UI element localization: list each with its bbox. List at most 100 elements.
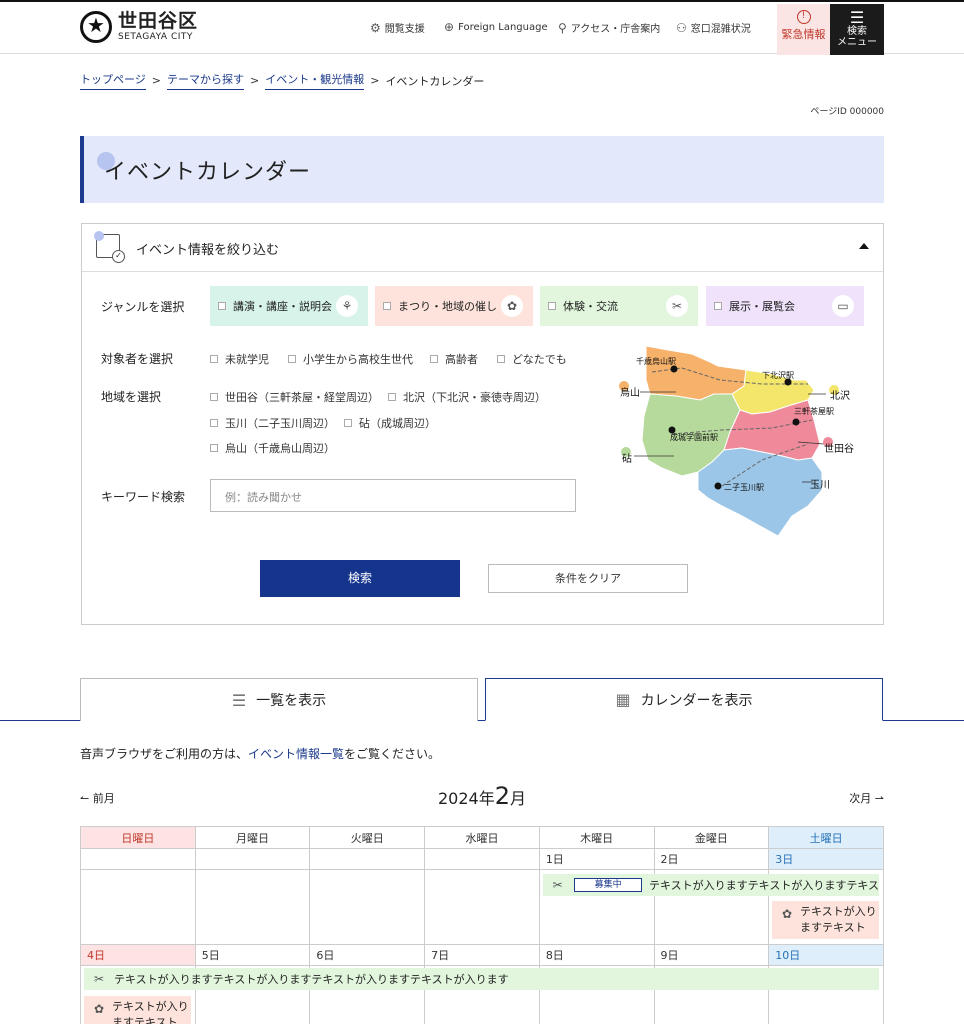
page-title-band: イベントカレンダー [80, 136, 884, 203]
fan-icon: ✿ [781, 907, 793, 921]
checkbox[interactable] [210, 355, 218, 363]
target-label: 対象者を選択 [101, 352, 174, 366]
checkbox[interactable] [218, 302, 226, 310]
checkbox[interactable] [210, 393, 218, 401]
area-kinuta[interactable]: 砧（成城周辺） [344, 415, 436, 431]
station-dot [714, 482, 722, 490]
region-label-kitazawa: 北沢 [830, 389, 850, 402]
weekday-header: 木曜日 [538, 826, 655, 849]
weekday-header: 月曜日 [194, 826, 311, 849]
filter-panel-toggle[interactable]: イベント情報を絞り込む [82, 224, 883, 272]
breadcrumb-link-theme[interactable]: テーマから探す [167, 71, 244, 90]
breadcrumb-link-events[interactable]: イベント・観光情報 [265, 71, 365, 90]
checkbox[interactable] [497, 355, 505, 363]
nav-access[interactable]: ⚲ アクセス・庁舎案内 [558, 20, 660, 36]
event-bar-experience-week2[interactable]: ✂ テキストが入りますテキストが入りますテキストが入りますテキストが入ります [84, 968, 879, 990]
calendar-grid: 日曜日 月曜日 火曜日 水曜日 木曜日 金曜日 土曜日 1日 2日 3日 4日 … [80, 826, 884, 1024]
area-kitazawa[interactable]: 北沢（下北沢・豪徳寺周辺） [388, 389, 546, 405]
target-students[interactable]: 小学生から高校生世代 [288, 351, 413, 367]
site-logo[interactable]: 世田谷区 SETAGAYA CITY [80, 11, 198, 43]
experience-icon: ✂ [93, 972, 105, 986]
checkbox[interactable] [344, 419, 352, 427]
page-id: ページID 000000 [810, 107, 884, 117]
experience-icon: ✂ [666, 295, 688, 317]
search-button[interactable]: 検索 [260, 560, 460, 597]
checkbox[interactable] [548, 302, 556, 310]
checkbox[interactable] [430, 355, 438, 363]
checkbox[interactable] [210, 419, 218, 427]
region-label-kinuta: 砧 [622, 452, 632, 465]
day-number [80, 848, 196, 870]
emergency-button[interactable]: ! 緊急情報 [777, 4, 830, 55]
event-list-link[interactable]: イベント情報一覧 [248, 747, 344, 761]
breadcrumb-link-top[interactable]: トップページ [80, 71, 146, 90]
event-card-festival[interactable]: ✿ テキストが入り ますテキスト [772, 901, 879, 939]
lecture-icon: ⚘ [336, 295, 358, 317]
day-number: 3日 [768, 848, 884, 870]
menu-search-icon: ☰ [849, 8, 865, 27]
target-preschool[interactable]: 未就学児 [210, 351, 269, 367]
genre-lecture[interactable]: 講演・講座・説明会 ⚘ [210, 286, 368, 326]
collapse-arrow-icon [859, 243, 869, 249]
people-icon: ⚇ [676, 20, 687, 35]
weekday-header: 火曜日 [309, 826, 426, 849]
region-label-setagaya: 世田谷 [824, 443, 854, 455]
target-anyone[interactable]: どなたでも [497, 351, 567, 367]
weekday-header: 日曜日 [80, 826, 196, 849]
station-dot [670, 365, 678, 373]
genre-experience[interactable]: 体験・交流 ✂ [540, 286, 698, 326]
station-label: 千歳烏山駅 [636, 356, 676, 366]
day-number: 1日 [538, 848, 655, 870]
day-number: 5日 [194, 944, 311, 966]
checkbox[interactable] [714, 302, 722, 310]
target-elderly[interactable]: 高齢者 [430, 351, 478, 367]
day-number: 7日 [424, 944, 540, 966]
area-setagaya[interactable]: 世田谷（三軒茶屋・経堂周辺） [210, 389, 379, 405]
filter-panel: イベント情報を絞り込む ジャンルを選択 講演・講座・説明会 ⚘ まつり・地域の催… [81, 223, 884, 625]
day-cell [194, 869, 311, 945]
city-emblem-icon [80, 11, 112, 43]
station-label: 成城学園前駅 [670, 432, 718, 442]
clear-button[interactable]: 条件をクリア [488, 564, 688, 593]
checkbox[interactable] [383, 302, 391, 310]
day-number: 8日 [538, 944, 655, 966]
station-label: 二子玉川駅 [724, 483, 764, 492]
checkbox[interactable] [210, 444, 218, 452]
area-map[interactable]: 千歳烏山駅 下北沢駅 三軒茶屋駅 成城学園前駅 二子玉川駅 烏山 北沢 世田谷 … [612, 340, 872, 540]
tab-calendar-view[interactable]: ▦ カレンダーを表示 [485, 678, 883, 721]
area-karasuyama[interactable]: 烏山（千歳烏山周辺） [210, 440, 335, 456]
day-cell [80, 869, 196, 945]
region-label-karasuyama: 烏山 [620, 386, 640, 399]
fan-icon: ✿ [501, 295, 523, 317]
day-cell [309, 869, 426, 945]
event-bar-experience[interactable]: ✂ 募集中 テキストが入りますテキストが入りますテキス [543, 874, 879, 896]
next-month-link[interactable]: 次月 ⇀ [849, 790, 884, 806]
region-label-tamagawa: 玉川 [810, 480, 830, 491]
logo-japanese: 世田谷区 [118, 10, 199, 32]
day-number: 6日 [309, 944, 426, 966]
area-tamagawa[interactable]: 玉川（二子玉川周辺） [210, 415, 335, 431]
event-card-festival-week2[interactable]: ✿ テキストが入り ますテキスト [84, 996, 191, 1024]
keyword-input[interactable]: 例：読み聞かせ [210, 479, 576, 512]
month-heading: 2024年2月 [437, 782, 527, 810]
nav-congestion[interactable]: ⚇ 窓口混雑状況 [676, 20, 751, 36]
weekday-header: 水曜日 [424, 826, 540, 849]
logo-english: SETAGAYA CITY [118, 32, 193, 42]
genre-exhibition[interactable]: 展示・展覧会 ▭ [706, 286, 864, 326]
checkbox[interactable] [388, 393, 396, 401]
nav-foreign-language[interactable]: ⊕ Foreign Language [444, 20, 548, 34]
alert-icon: ! [796, 10, 811, 24]
genre-festival[interactable]: まつり・地域の催し ✿ [375, 286, 533, 326]
area-label: 地域を選択 [101, 390, 162, 404]
checkbox[interactable] [288, 355, 296, 363]
day-number: 2日 [653, 848, 770, 870]
search-menu-button[interactable]: ☰ 検索 メニュー [830, 4, 884, 55]
day-number [194, 848, 311, 870]
exhibition-icon: ▭ [832, 295, 854, 317]
screen-reader-note: 音声ブラウザをご利用の方は、イベント情報一覧をご覧ください。 [80, 747, 441, 761]
tab-list-view[interactable]: ☰ 一覧を表示 [80, 678, 478, 721]
day-number: 9日 [653, 944, 770, 966]
nav-accessibility[interactable]: ⚙ 閲覧支援 [370, 20, 425, 36]
station-dot [792, 418, 800, 426]
gear-icon: ⚙ [370, 20, 381, 35]
